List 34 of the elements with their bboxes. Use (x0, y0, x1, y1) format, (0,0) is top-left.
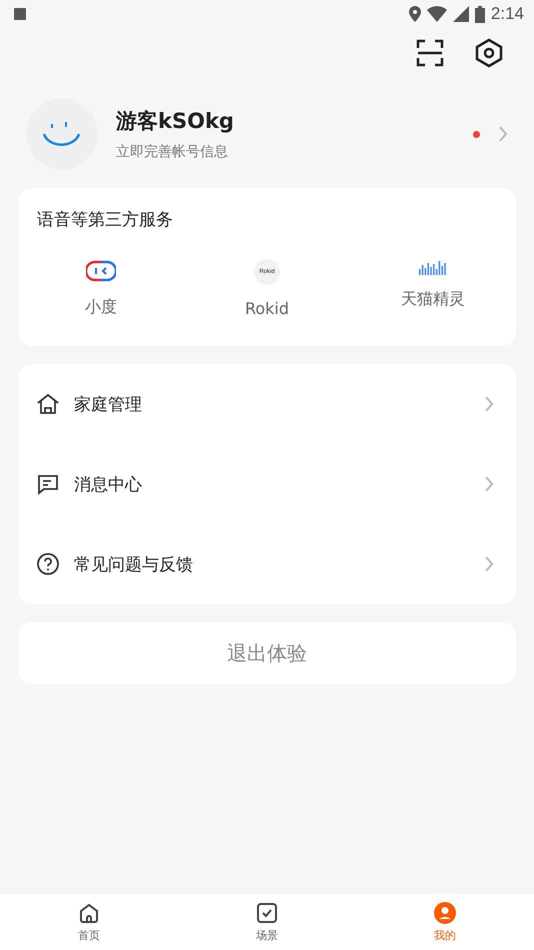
wifi-icon (426, 6, 447, 22)
chevron-icon (484, 555, 494, 573)
status-time: 2:14 (490, 4, 524, 24)
smiley-avatar (26, 98, 98, 170)
location-icon (408, 6, 421, 22)
user-icon (434, 902, 456, 924)
battery-icon (474, 6, 485, 22)
message-icon (36, 472, 60, 496)
robot-face-icon (86, 259, 116, 283)
chevron-icon (498, 125, 508, 143)
chevron-icon (484, 475, 494, 493)
signal-icon (452, 6, 469, 22)
settings-icon[interactable] (474, 38, 504, 68)
tab[interactable]: 首页 (0, 894, 178, 950)
profile-hint[interactable]: 立即完善帐号信息 (116, 143, 455, 161)
service-label[interactable]: 天猫精灵 (401, 289, 465, 310)
service-label[interactable]: 小度 (85, 297, 117, 318)
menu-item[interactable]: 常见问题与反馈 (74, 552, 470, 576)
chevron-icon (484, 395, 494, 413)
logout-button[interactable]: 退出体验 (18, 622, 516, 684)
checkbox-icon (256, 902, 278, 924)
section-title: 语音等第三方服务 (36, 209, 174, 231)
menu-item[interactable]: 消息中心 (74, 472, 470, 496)
equalizer-icon (419, 259, 447, 275)
tab[interactable]: 场景 (178, 894, 356, 950)
tab[interactable]: 我的 (356, 894, 534, 950)
house-icon (36, 392, 60, 416)
user-name: 游客kSOkg (116, 108, 235, 135)
help-icon (36, 552, 60, 576)
home-icon (78, 902, 100, 924)
scan-icon[interactable] (416, 39, 444, 67)
notification-icon (14, 8, 26, 20)
service-label[interactable]: Rokid (244, 299, 290, 318)
menu-item[interactable]: 家庭管理 (74, 392, 470, 416)
